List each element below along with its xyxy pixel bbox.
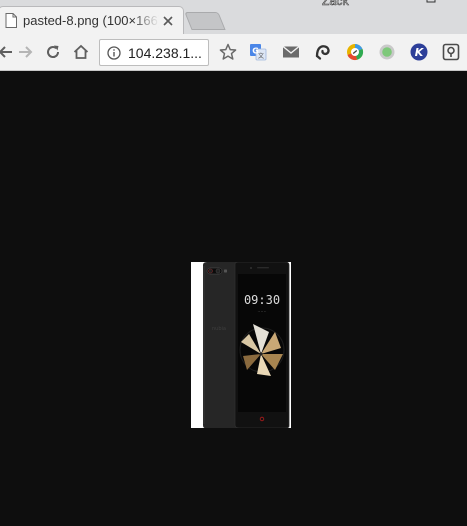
page-viewport: nubia 09:30 -- -- -- bbox=[0, 72, 467, 526]
mail-icon[interactable] bbox=[281, 42, 301, 62]
home-icon[interactable] bbox=[72, 43, 90, 61]
file-icon bbox=[5, 13, 17, 28]
tab-active[interactable]: pasted-8.png (100×166) bbox=[0, 6, 184, 34]
url-text[interactable]: 104.238.1... bbox=[128, 45, 202, 61]
reload-icon[interactable] bbox=[44, 43, 62, 61]
browser-toolbar: 104.238.1... G 文 K bbox=[0, 34, 467, 71]
ghost-icon[interactable] bbox=[313, 42, 333, 62]
star-icon[interactable] bbox=[218, 42, 238, 62]
profile-name[interactable]: Zack bbox=[322, 0, 349, 8]
chrome-colorful-icon[interactable] bbox=[345, 42, 365, 62]
minimize-icon[interactable] bbox=[380, 0, 394, 6]
maximize-icon[interactable] bbox=[424, 0, 438, 6]
new-tab-button[interactable] bbox=[184, 12, 226, 30]
smartphone-image: nubia 09:30 -- -- -- bbox=[203, 262, 290, 428]
tab-strip: pasted-8.png (100×166) Zack bbox=[0, 0, 467, 34]
address-bar[interactable]: 104.238.1... bbox=[99, 39, 209, 66]
displayed-image[interactable]: nubia 09:30 -- -- -- bbox=[191, 262, 291, 428]
green-circle-icon[interactable] bbox=[377, 42, 397, 62]
info-icon[interactable] bbox=[107, 46, 121, 60]
back-arrow-icon[interactable] bbox=[0, 43, 15, 61]
svg-text:K: K bbox=[415, 46, 425, 59]
clock-text: 09:30 bbox=[244, 293, 280, 307]
keep-icon[interactable] bbox=[441, 42, 461, 62]
forward-arrow-icon[interactable] bbox=[16, 43, 34, 61]
back-logo: nubia bbox=[212, 326, 226, 332]
tab-title: pasted-8.png (100×166) bbox=[23, 13, 159, 28]
k-icon[interactable]: K bbox=[409, 42, 429, 62]
svg-text:-- -- --: -- -- -- bbox=[258, 309, 266, 313]
close-icon[interactable] bbox=[161, 14, 175, 28]
translate-icon[interactable]: G 文 bbox=[248, 42, 268, 62]
svg-text:文: 文 bbox=[258, 52, 264, 60]
